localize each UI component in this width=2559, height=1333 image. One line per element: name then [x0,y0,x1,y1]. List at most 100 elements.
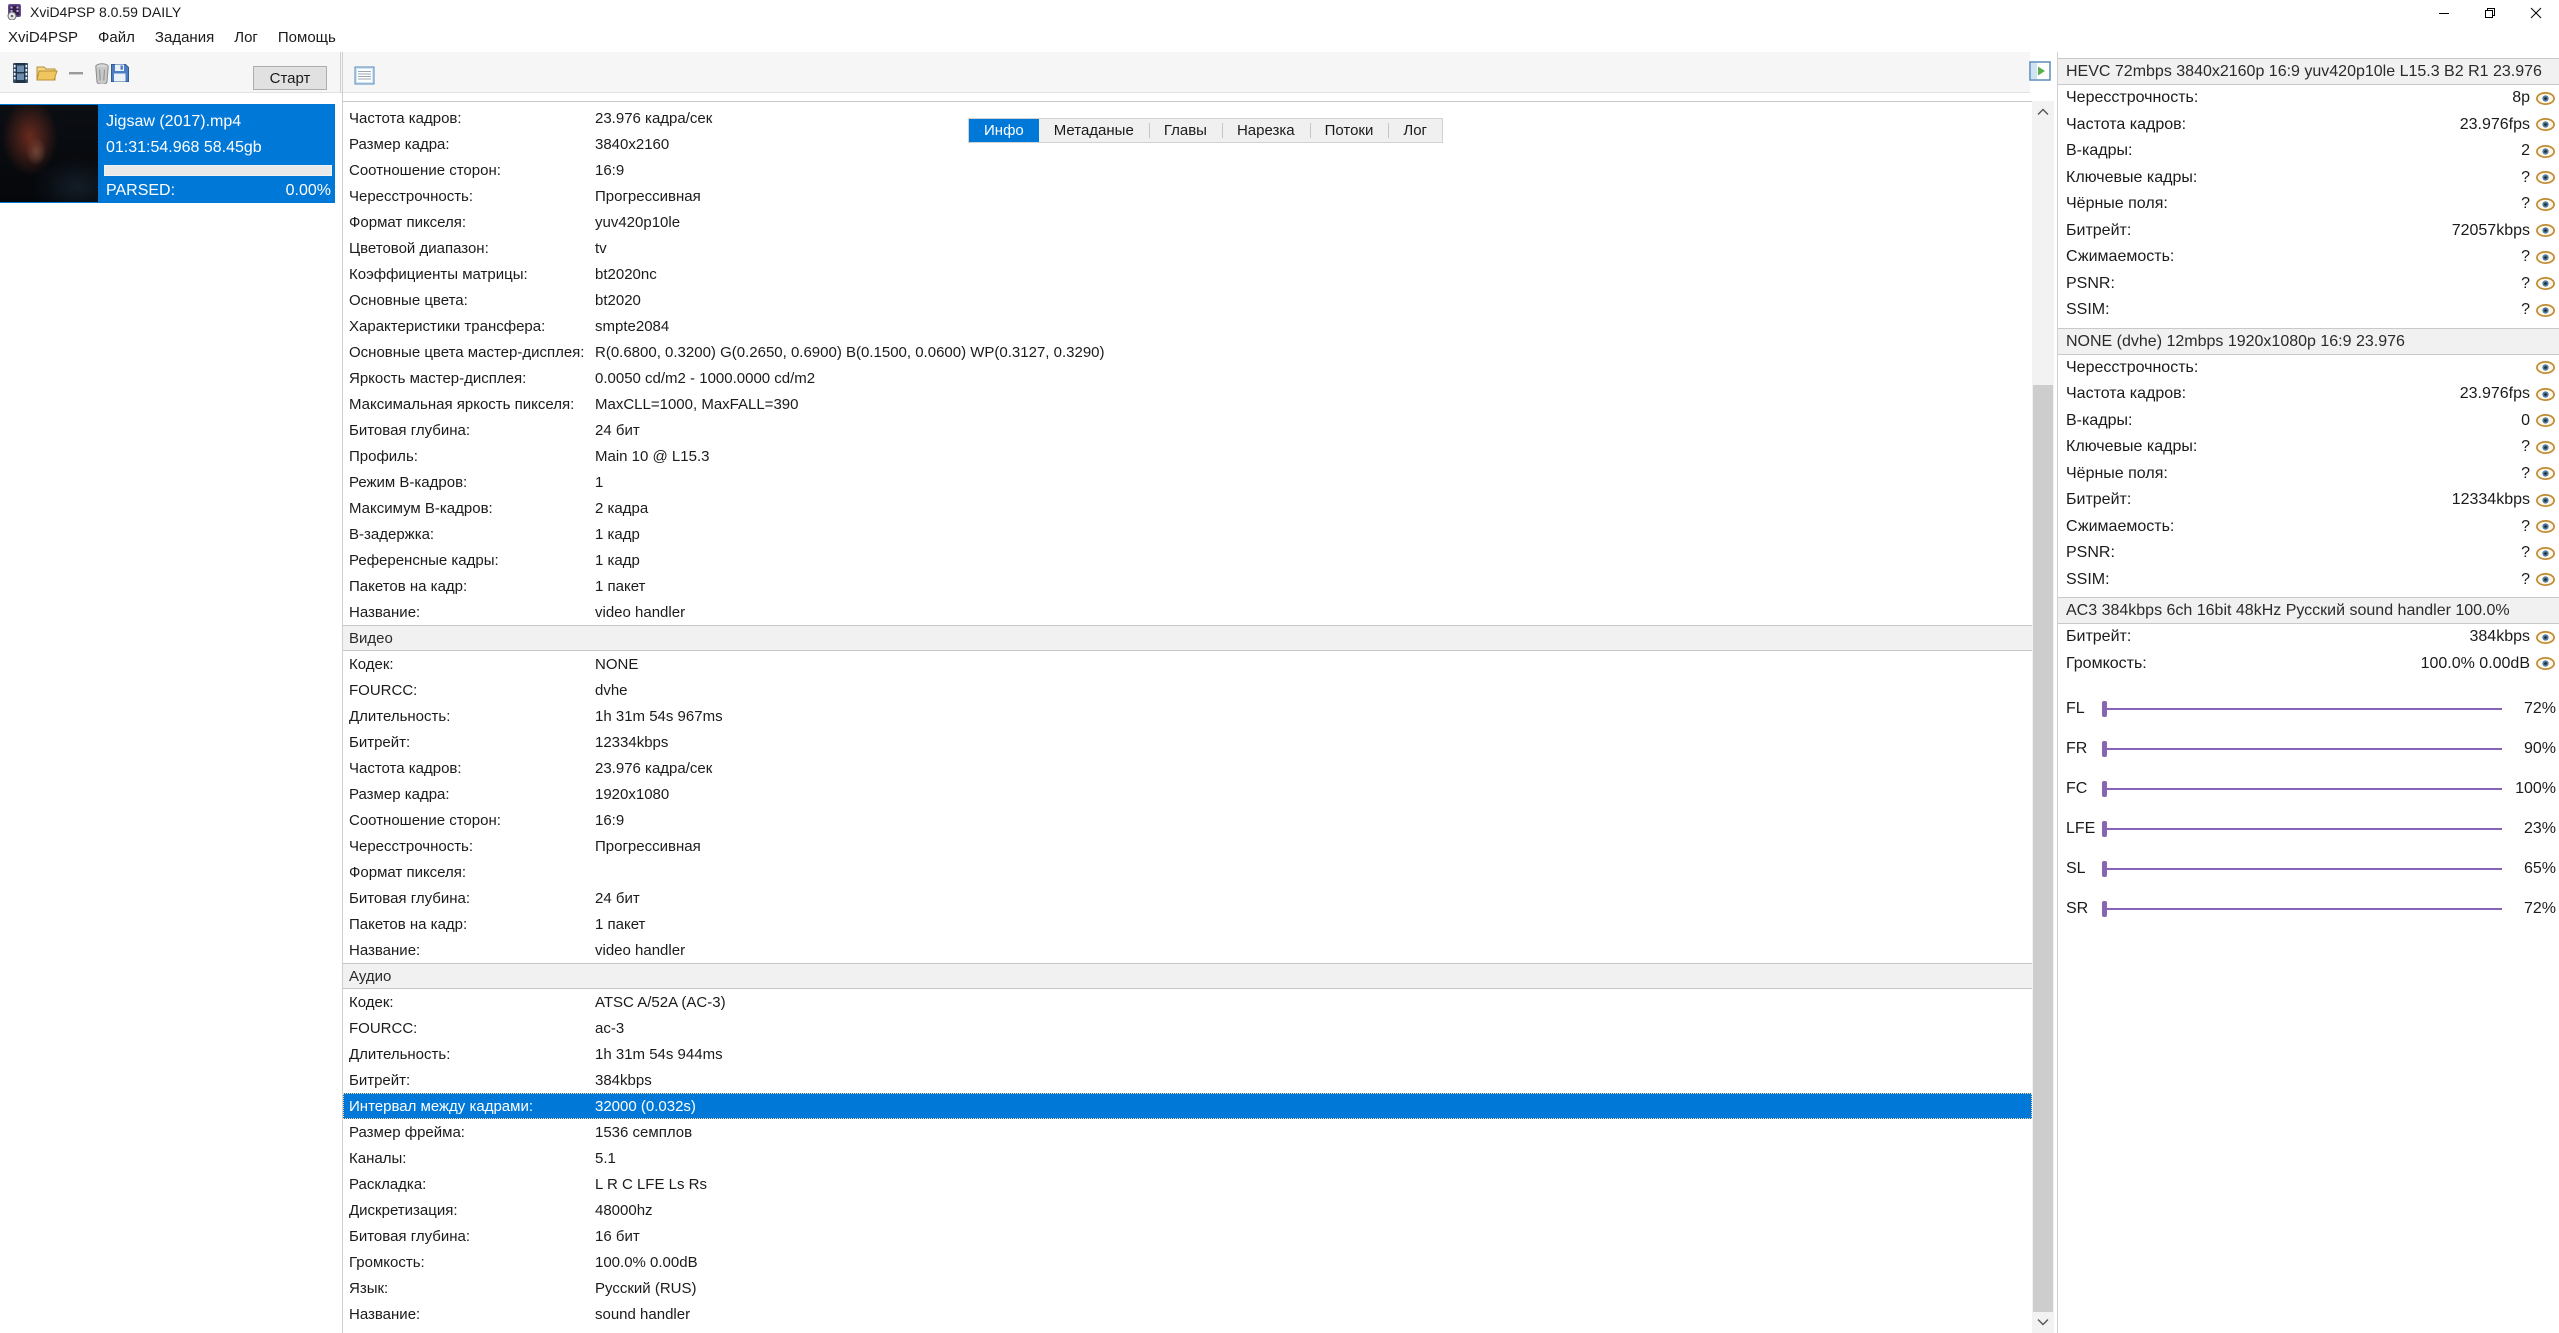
volume-slider-fc[interactable] [2102,781,2502,797]
table-row[interactable]: Длительность: 1h 31m 54s 967ms [343,703,2032,729]
table-row[interactable]: Формат пикселя: yuv420p10le [343,209,2032,235]
eye-preview-icon[interactable] [2536,144,2556,158]
menu-item-задания[interactable]: Задания [155,25,224,50]
slider-track[interactable] [2105,708,2502,710]
table-row[interactable]: Коэффициенты матрицы: bt2020nc [343,261,2032,287]
table-row[interactable]: Характеристики трансфера: smpte2084 [343,313,2032,339]
eye-preview-icon[interactable] [2536,546,2556,560]
table-row[interactable]: Битовая глубина: 24 бит [343,885,2032,911]
slider-thumb[interactable] [2102,701,2107,717]
eye-preview-icon[interactable] [2536,91,2556,105]
eye-preview-icon[interactable] [2536,414,2556,428]
table-row[interactable]: Кодек: NONE [343,651,2032,677]
menu-item-xvid4psp[interactable]: XviD4PSP [8,25,88,50]
table-row[interactable]: Чересстрочность: Прогрессивная [343,833,2032,859]
scroll-down-arrow-icon[interactable] [2032,1311,2054,1333]
menu-item-файл[interactable]: Файл [98,25,145,50]
table-row[interactable]: Битовая глубина: 16 бит [343,1223,2032,1249]
table-row[interactable]: Соотношение сторон: 16:9 [343,807,2032,833]
volume-slider-sr[interactable] [2102,901,2502,917]
slider-thumb[interactable] [2102,901,2107,917]
video-file-icon[interactable] [8,61,32,85]
eye-preview-icon[interactable] [2536,303,2556,317]
table-row[interactable]: Основные цвета: bt2020 [343,287,2032,313]
table-row[interactable]: Язык: Русский (RUS) [343,1275,2032,1301]
slider-thumb[interactable] [2102,781,2107,797]
table-row[interactable]: B-задержка: 1 кадр [343,521,2032,547]
table-row[interactable]: Название: sound handler [343,1301,2032,1327]
table-row[interactable]: Формат пикселя: [343,859,2032,885]
table-row[interactable]: Режим B-кадров: 1 [343,469,2032,495]
table-row[interactable]: Дискретизация: 48000hz [343,1197,2032,1223]
eye-preview-icon[interactable] [2536,630,2556,644]
table-row[interactable]: Частота кадров: 23.976 кадра/сек [343,755,2032,781]
save-icon[interactable] [108,61,132,85]
start-button[interactable]: Старт [253,66,327,90]
eye-preview-icon[interactable] [2536,197,2556,211]
eye-preview-icon[interactable] [2536,467,2556,481]
remove-item-icon[interactable] [64,61,88,85]
table-row[interactable]: Битрейт: 384kbps [343,1067,2032,1093]
menu-item-помощь[interactable]: Помощь [278,25,346,50]
eye-preview-icon[interactable] [2536,440,2556,454]
eye-preview-icon[interactable] [2536,277,2556,291]
table-row[interactable]: Основные цвета мастер-дисплея: R(0.6800, … [343,339,2032,365]
table-row[interactable]: Кодек: ATSC A/52A (AC-3) [343,989,2032,1015]
table-row[interactable]: Частота кадров: 23.976 кадра/сек [343,105,2032,131]
volume-slider-fl[interactable] [2102,701,2502,717]
eye-preview-icon[interactable] [2536,224,2556,238]
table-row[interactable]: Битрейт: 12334kbps [343,729,2032,755]
volume-slider-fr[interactable] [2102,741,2502,757]
table-row[interactable]: Яркость мастер-дисплея: 0.0050 cd/m2 - 10… [343,365,2032,391]
volume-slider-lfe[interactable] [2102,821,2502,837]
table-row[interactable]: Чересстрочность: Прогрессивная [343,183,2032,209]
eye-preview-icon[interactable] [2536,250,2556,264]
table-row[interactable]: Название: video handler [343,937,2032,963]
slider-thumb[interactable] [2102,821,2107,837]
open-folder-icon[interactable] [35,61,59,85]
scrollbar-thumb[interactable] [2033,385,2053,1312]
eye-preview-icon[interactable] [2536,118,2556,132]
table-row[interactable]: Референсные кадры: 1 кадр [343,547,2032,573]
table-row[interactable]: Длительность: 1h 31m 54s 944ms [343,1041,2032,1067]
table-row[interactable]: Громкость: 100.0% 0.00dB [343,1249,2032,1275]
slider-track[interactable] [2105,908,2502,910]
table-row[interactable]: Размер кадра: 3840x2160 [343,131,2032,157]
vertical-scrollbar[interactable] [2032,101,2054,1333]
table-row[interactable]: Размер кадра: 1920x1080 [343,781,2032,807]
slider-thumb[interactable] [2102,741,2107,757]
table-row[interactable]: Битовая глубина: 24 бит [343,417,2032,443]
task-log-icon[interactable] [352,63,376,87]
toggle-right-panel-icon[interactable] [2027,58,2053,84]
table-row[interactable]: Размер фрейма: 1536 семплов [343,1119,2032,1145]
table-row[interactable]: Пакетов на кадр: 1 пакет [343,911,2032,937]
slider-thumb[interactable] [2102,861,2107,877]
table-row-selected[interactable]: Интервал между кадрами: 32000 (0.032s) [343,1093,2032,1119]
slider-track[interactable] [2105,868,2502,870]
menu-item-лог[interactable]: Лог [234,25,268,50]
table-row[interactable]: FOURCC: dvhe [343,677,2032,703]
eye-preview-icon[interactable] [2536,573,2556,587]
scroll-up-arrow-icon[interactable] [2032,101,2054,123]
table-row[interactable]: Максимальная яркость пикселя: MaxCLL=1000… [343,391,2032,417]
eye-preview-icon[interactable] [2536,387,2556,401]
slider-track[interactable] [2105,828,2502,830]
volume-slider-sl[interactable] [2102,861,2502,877]
table-row[interactable]: Каналы: 5.1 [343,1145,2032,1171]
table-row[interactable]: Профиль: Main 10 @ L15.3 [343,443,2032,469]
table-row[interactable]: Название: video handler [343,599,2032,625]
table-row[interactable]: Максимум B-кадров: 2 кадра [343,495,2032,521]
eye-preview-icon[interactable] [2536,171,2556,185]
table-row[interactable]: Раскладка: L R C LFE Ls Rs [343,1171,2032,1197]
table-row[interactable]: FOURCC: ac-3 [343,1015,2032,1041]
eye-preview-icon[interactable] [2536,361,2556,375]
file-list-item[interactable]: Jigsaw (2017).mp4 01:31:54.968 58.45gb P… [0,104,335,203]
table-row[interactable]: Соотношение сторон: 16:9 [343,157,2032,183]
eye-preview-icon[interactable] [2536,657,2556,671]
eye-preview-icon[interactable] [2536,493,2556,507]
slider-track[interactable] [2105,788,2502,790]
eye-preview-icon[interactable] [2536,520,2556,534]
table-row[interactable]: Цветовой диапазон: tv [343,235,2032,261]
table-row[interactable]: Пакетов на кадр: 1 пакет [343,573,2032,599]
slider-track[interactable] [2105,748,2502,750]
